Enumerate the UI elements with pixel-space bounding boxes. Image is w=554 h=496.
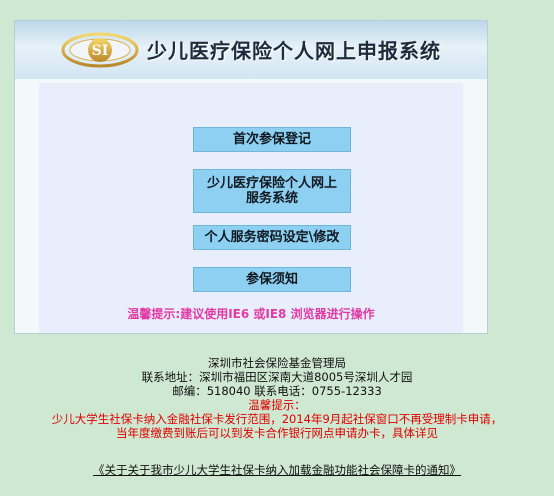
browser-tip: 温馨提示:建议使用IE6 或IE8 浏览器进行操作 — [127, 307, 375, 321]
logo-text: SI — [92, 43, 109, 59]
footer-tip-line1: 少儿大学生社保卡纳入金融社保卡发行范围，2014年9月起社保窗口不再受理制卡申请… — [51, 412, 503, 426]
header-banner: SI 少儿医疗保险个人网上申报系统 — [15, 21, 487, 79]
online-service-button[interactable]: 少儿医疗保险个人网上服务系统 — [193, 169, 351, 213]
first-enroll-button[interactable]: 首次参保登记 — [193, 127, 351, 152]
notice-row: 《关于关于我市少儿大学生社保卡纳入加载金融功能社会保障卡的通知》 — [0, 462, 554, 478]
menu-area: 首次参保登记 少儿医疗保险个人网上服务系统 个人服务密码设定\修改 参保须知 温… — [39, 83, 463, 333]
footer-tip-line2: 当年度缴费到账后可以到发卡合作银行网点申请办卡，具体详见 — [116, 426, 438, 440]
footer-org: 深圳市社会保险基金管理局 — [208, 356, 346, 370]
footer-contact: 邮编：518040 联系电话：0755-12333 — [172, 384, 382, 398]
notice-link[interactable]: 《关于关于我市少儿大学生社保卡纳入加载金融功能社会保障卡的通知》 — [93, 463, 461, 477]
footer: 深圳市社会保险基金管理局 联系地址：深圳市福田区深南大道8005号深圳人才园 邮… — [0, 356, 554, 440]
enroll-notes-button[interactable]: 参保须知 — [193, 267, 351, 292]
main-panel: SI 少儿医疗保险个人网上申报系统 首次参保登记 少儿医疗保险个人网上服务系统 … — [14, 20, 488, 334]
footer-address: 联系地址：深圳市福田区深南大道8005号深圳人才园 — [141, 370, 413, 384]
page-title: 少儿医疗保险个人网上申报系统 — [147, 39, 441, 63]
footer-tip-label: 温馨提示： — [248, 398, 306, 412]
social-insurance-logo-icon: SI — [61, 32, 139, 68]
password-setup-button[interactable]: 个人服务密码设定\修改 — [193, 225, 351, 250]
